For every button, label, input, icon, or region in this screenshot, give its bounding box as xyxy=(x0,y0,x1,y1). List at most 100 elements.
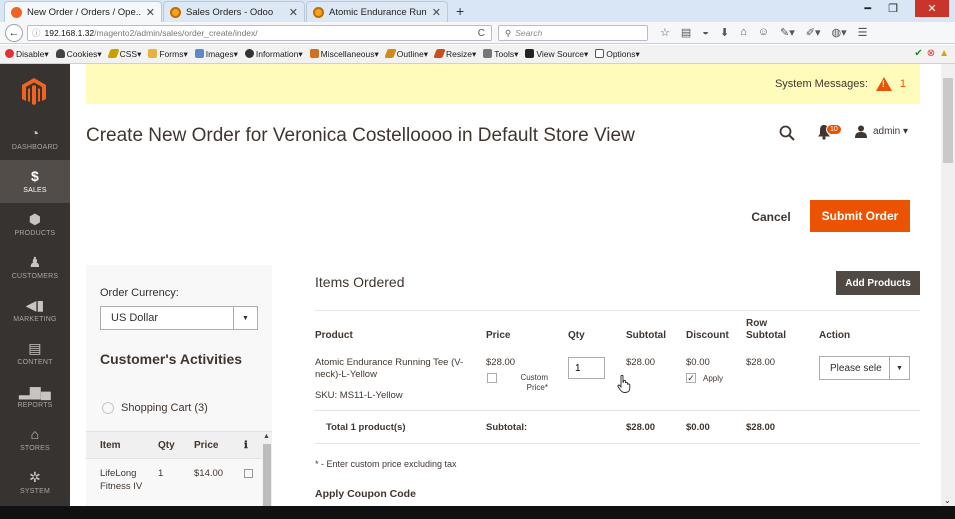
chevron-down-icon: ▼ xyxy=(889,357,909,379)
shopping-cart-toggle[interactable]: Shopping Cart (3) xyxy=(102,402,208,414)
browser-search-input[interactable]: ⚲ Search xyxy=(498,25,648,41)
devbar-forms[interactable]: Forms▾ xyxy=(148,48,188,60)
order-currency-value: US Dollar xyxy=(111,312,159,324)
tab-title: Atomic Endurance Runnin... xyxy=(329,6,427,18)
sidebar-item-label: REPORTS xyxy=(17,402,53,409)
outline-pen-icon xyxy=(384,48,397,58)
devbar-information[interactable]: Information▾ xyxy=(244,48,303,60)
column-header-price: Price xyxy=(486,330,511,341)
sidebar-item-label: PRODUCTS xyxy=(14,230,56,237)
shopping-cart-label: Shopping Cart (3) xyxy=(121,402,208,414)
order-currency-label: Order Currency: xyxy=(100,287,179,299)
item-discount: $0.00 xyxy=(686,357,710,368)
tab-new-order[interactable]: New Order / Orders / Ope... ✕ xyxy=(4,1,162,22)
loading-spinner-icon xyxy=(102,402,114,414)
sidebar-item-marketing[interactable]: ◀▮ MARKETING xyxy=(0,289,70,332)
sidebar-item-system[interactable]: ✲ SYSTEM xyxy=(0,461,70,504)
url-bar[interactable]: ⓘ 192.168.1.32 /magento2/admin/sales/ord… xyxy=(27,25,492,41)
tab-title: New Order / Orders / Ope... xyxy=(27,6,141,18)
smiley-icon[interactable]: ☺ xyxy=(758,26,769,39)
cart-item-qty: 1 xyxy=(158,468,164,479)
new-tab-button[interactable]: + xyxy=(456,3,464,19)
devbar-tools[interactable]: Tools▾ xyxy=(483,48,518,60)
sidebar-item-content[interactable]: ▤ CONTENT xyxy=(0,332,70,375)
devbar-miscellaneous[interactable]: Miscellaneous▾ xyxy=(309,48,379,60)
divider xyxy=(315,443,920,444)
window-close-icon[interactable]: ✕ xyxy=(915,0,949,17)
sidebar-item-sales[interactable]: $ SALES xyxy=(0,160,70,203)
order-currency-select[interactable]: US Dollar ▼ xyxy=(100,306,258,330)
sidebar-item-customers[interactable]: ♟ CUSTOMERS xyxy=(0,246,70,289)
global-search-icon[interactable] xyxy=(779,125,795,141)
devbar-css[interactable]: CSS▾ xyxy=(106,48,141,60)
item-subtotal: $28.00 xyxy=(626,357,656,368)
cube-icon: ⬢ xyxy=(28,211,42,227)
scroll-down-icon[interactable]: ⌄ xyxy=(944,496,951,505)
add-to-order-icon: ℹ xyxy=(244,439,248,451)
totals-discount: $0.00 xyxy=(686,422,710,433)
admin-sidebar: ◔ DASHBOARD $ SALES ⬢ PRODUCTS ♟ CUSTOME… xyxy=(0,64,70,506)
extension-icon[interactable]: ✎▾ xyxy=(780,26,795,39)
devbar-outline[interactable]: Outline▾ xyxy=(384,48,428,60)
pocket-icon[interactable]: ◒ xyxy=(702,26,709,39)
store-icon: ⌂ xyxy=(30,426,40,442)
menu-icon[interactable]: ☰ xyxy=(858,26,868,39)
download-icon[interactable]: ⬇ xyxy=(720,26,729,39)
sidebar-item-label: SALES xyxy=(23,187,47,194)
qty-input[interactable] xyxy=(568,357,605,379)
close-icon[interactable]: ✕ xyxy=(146,6,155,19)
scrollbar-thumb[interactable] xyxy=(263,444,271,506)
devbar-resize[interactable]: Resize▾ xyxy=(433,48,476,60)
cart-item-price: $14.00 xyxy=(194,468,224,479)
images-icon xyxy=(194,48,204,58)
back-button[interactable]: ← xyxy=(5,24,23,42)
resize-icon xyxy=(433,48,446,58)
devbar-options[interactable]: Options▾ xyxy=(595,48,640,60)
devbar-status: ✔ ⊗ ▲ xyxy=(914,48,949,59)
table-header-row: Item Qty Price ℹ xyxy=(86,431,272,459)
bar-chart-icon: ▂▆▄ xyxy=(18,383,52,399)
close-icon[interactable]: ✕ xyxy=(289,6,298,19)
restore-icon[interactable]: ❐ xyxy=(888,2,898,17)
close-icon[interactable]: ✕ xyxy=(432,6,441,19)
tab-atomic-endurance[interactable]: Atomic Endurance Runnin... ✕ xyxy=(306,1,448,22)
tab-sales-orders[interactable]: Sales Orders - Odoo ✕ xyxy=(163,1,305,22)
globe-icon[interactable]: ◍▾ xyxy=(832,26,847,39)
tools-icon[interactable]: ✐▾ xyxy=(806,26,821,39)
system-messages-bar[interactable]: System Messages: 1 xyxy=(86,64,920,104)
devbar-view-source[interactable]: View Source▾ xyxy=(525,48,588,60)
divider xyxy=(315,310,920,311)
page-scrollbar[interactable]: ⌄ xyxy=(941,64,955,506)
sidebar-item-stores[interactable]: ⌂ STORES xyxy=(0,418,70,461)
left-panel-scrollbar[interactable]: ▲ xyxy=(262,432,272,506)
minimize-icon[interactable]: ━ xyxy=(865,2,872,17)
sidebar-item-products[interactable]: ⬢ PRODUCTS xyxy=(0,203,70,246)
odoo-favicon-icon xyxy=(313,6,324,18)
error-icon: ⊗ xyxy=(926,48,936,59)
info-icon[interactable]: ⓘ xyxy=(32,27,41,39)
magento-logo-icon[interactable] xyxy=(22,78,46,106)
tools-wrench-icon xyxy=(483,48,493,58)
sidebar-item-reports[interactable]: ▂▆▄ REPORTS xyxy=(0,375,70,418)
add-products-button[interactable]: Add Products xyxy=(836,271,920,295)
admin-user-menu[interactable]: admin ▾ xyxy=(855,125,908,138)
reading-list-icon[interactable]: ▤ xyxy=(681,26,691,39)
home-icon[interactable]: ⌂ xyxy=(740,26,747,39)
reload-icon[interactable]: C xyxy=(478,28,485,39)
scrollbar-thumb[interactable] xyxy=(943,78,953,163)
devbar-cookies[interactable]: Cookies▾ xyxy=(55,48,102,60)
apply-discount-checkbox[interactable]: ✓ xyxy=(686,373,696,383)
custom-price-checkbox[interactable] xyxy=(487,373,497,383)
warning-icon: ▲ xyxy=(939,48,949,59)
scroll-up-icon[interactable]: ▲ xyxy=(263,433,270,440)
devbar-images[interactable]: Images▾ xyxy=(194,48,238,60)
options-icon xyxy=(595,48,605,58)
column-header-item: Item xyxy=(100,439,121,451)
item-action-select[interactable]: Please sele ▼ xyxy=(819,356,910,380)
add-to-order-checkbox[interactable] xyxy=(244,469,253,478)
bookmark-star-icon[interactable]: ☆ xyxy=(660,26,670,39)
submit-order-button[interactable]: Submit Order xyxy=(810,200,910,232)
devbar-disable[interactable]: Disable▾ xyxy=(5,48,49,60)
cancel-button[interactable]: Cancel xyxy=(745,203,797,231)
sidebar-item-dashboard[interactable]: ◔ DASHBOARD xyxy=(0,117,70,160)
